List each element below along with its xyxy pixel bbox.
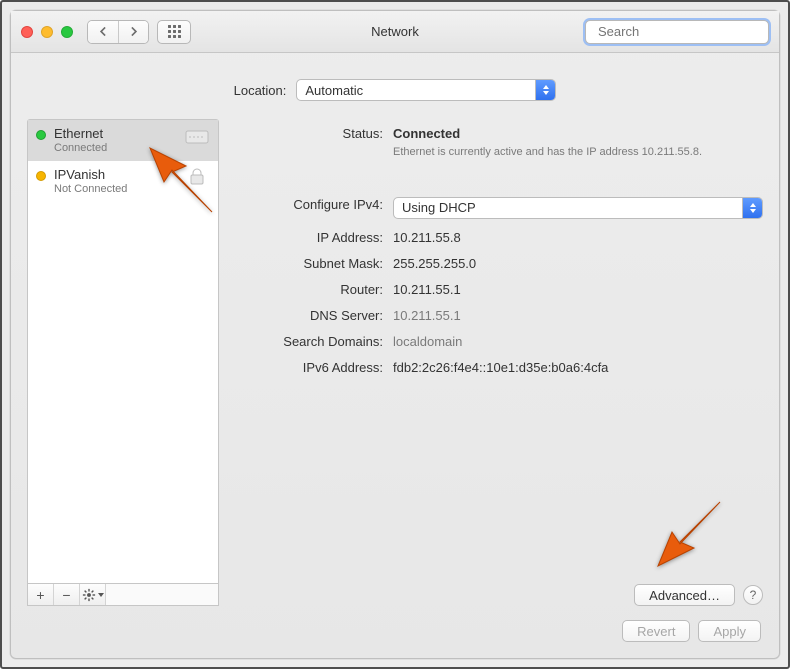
row-router: Router: 10.211.55.1 bbox=[233, 275, 763, 301]
gear-icon bbox=[82, 588, 96, 602]
field-label: Subnet Mask: bbox=[233, 253, 393, 271]
service-text: IPVanish Not Connected bbox=[54, 167, 176, 195]
status-note: Ethernet is currently active and has the… bbox=[393, 145, 713, 160]
nav-segment bbox=[87, 20, 149, 44]
content-area: Location: Automatic Ethernet Connected bbox=[11, 53, 779, 658]
field-label: DNS Server: bbox=[233, 305, 393, 323]
lock-icon bbox=[184, 167, 210, 187]
location-value: Automatic bbox=[305, 83, 363, 98]
zoom-icon[interactable] bbox=[61, 26, 73, 38]
add-service-button[interactable]: + bbox=[28, 584, 54, 605]
service-actions-button[interactable] bbox=[80, 584, 106, 605]
apply-button[interactable]: Apply bbox=[698, 620, 761, 642]
service-sub: Not Connected bbox=[54, 183, 176, 195]
location-row: Location: Automatic bbox=[27, 67, 763, 119]
chevron-down-icon bbox=[98, 593, 104, 597]
field-value: 10.211.55.1 bbox=[393, 279, 763, 297]
status-dot-connected-icon bbox=[36, 130, 46, 140]
row-status: Status: Connected Ethernet is currently … bbox=[233, 119, 763, 164]
field-value: fdb2:2c26:f4e4::10e1:d35e:b0a6:4cfa bbox=[393, 357, 763, 375]
service-name: Ethernet bbox=[54, 126, 176, 141]
advanced-button[interactable]: Advanced… bbox=[634, 584, 735, 606]
configure-label: Configure IPv4: bbox=[233, 194, 393, 212]
row-configure: Configure IPv4: Using DHCP bbox=[233, 190, 763, 223]
search-field[interactable] bbox=[585, 20, 769, 44]
service-item-ethernet[interactable]: Ethernet Connected bbox=[28, 120, 218, 161]
field-label: Search Domains: bbox=[233, 331, 393, 349]
window-buttons: Revert Apply bbox=[27, 606, 763, 642]
row-search-domains: Search Domains: localdomain bbox=[233, 327, 763, 353]
field-value: 255.255.255.0 bbox=[393, 253, 763, 271]
configure-ipv4-popup[interactable]: Using DHCP bbox=[393, 197, 763, 219]
service-sidebar: Ethernet Connected IPVanish Not C bbox=[27, 119, 219, 606]
forward-button[interactable] bbox=[118, 21, 148, 43]
field-label: IPv6 Address: bbox=[233, 357, 393, 375]
field-value: 10.211.55.1 bbox=[393, 305, 763, 323]
field-value: 10.211.55.8 bbox=[393, 227, 763, 245]
field-label: Router: bbox=[233, 279, 393, 297]
search-input[interactable] bbox=[596, 23, 776, 40]
configure-value: Using DHCP bbox=[402, 200, 476, 215]
service-name: IPVanish bbox=[54, 167, 176, 182]
status-dot-notconnected-icon bbox=[36, 171, 46, 181]
ethernet-icon bbox=[184, 126, 210, 146]
status-value: Connected bbox=[393, 126, 763, 141]
service-list: Ethernet Connected IPVanish Not C bbox=[28, 120, 218, 583]
remove-service-button[interactable]: − bbox=[54, 584, 80, 605]
chevron-right-icon bbox=[127, 25, 140, 38]
back-button[interactable] bbox=[88, 21, 118, 43]
row-subnet-mask: Subnet Mask: 255.255.255.0 bbox=[233, 249, 763, 275]
show-all-button[interactable] bbox=[157, 20, 191, 44]
service-item-ipvanish[interactable]: IPVanish Not Connected bbox=[28, 161, 218, 202]
detail-rows: Status: Connected Ethernet is currently … bbox=[233, 119, 763, 379]
close-icon[interactable] bbox=[21, 26, 33, 38]
status-label: Status: bbox=[233, 123, 393, 141]
help-button[interactable]: ? bbox=[743, 585, 763, 605]
prefs-window: Network Location: Automatic bbox=[10, 10, 780, 659]
configure-value-wrap: Using DHCP bbox=[393, 194, 763, 219]
field-value: localdomain bbox=[393, 331, 763, 349]
popup-stepper-icon bbox=[535, 80, 555, 100]
minimize-icon[interactable] bbox=[41, 26, 53, 38]
service-text: Ethernet Connected bbox=[54, 126, 176, 154]
grid-icon bbox=[168, 25, 181, 38]
status-value-block: Connected Ethernet is currently active a… bbox=[393, 123, 763, 160]
sidebar-footer: + − bbox=[28, 583, 218, 605]
titlebar: Network bbox=[11, 11, 779, 53]
location-label: Location: bbox=[234, 83, 287, 98]
popup-stepper-icon bbox=[742, 198, 762, 218]
panes: Ethernet Connected IPVanish Not C bbox=[27, 119, 763, 606]
screenshot-frame: Network Location: Automatic bbox=[0, 0, 790, 669]
revert-button[interactable]: Revert bbox=[622, 620, 690, 642]
location-popup[interactable]: Automatic bbox=[296, 79, 556, 101]
row-dns-server: DNS Server: 10.211.55.1 bbox=[233, 301, 763, 327]
row-ipv6-address: IPv6 Address: fdb2:2c26:f4e4::10e1:d35e:… bbox=[233, 353, 763, 379]
row-ip-address: IP Address: 10.211.55.8 bbox=[233, 223, 763, 249]
chevron-left-icon bbox=[97, 25, 110, 38]
field-label: IP Address: bbox=[233, 227, 393, 245]
window-controls bbox=[21, 26, 73, 38]
detail-footer: Advanced… ? bbox=[233, 574, 763, 606]
detail-pane: Status: Connected Ethernet is currently … bbox=[233, 119, 763, 606]
service-sub: Connected bbox=[54, 142, 176, 154]
